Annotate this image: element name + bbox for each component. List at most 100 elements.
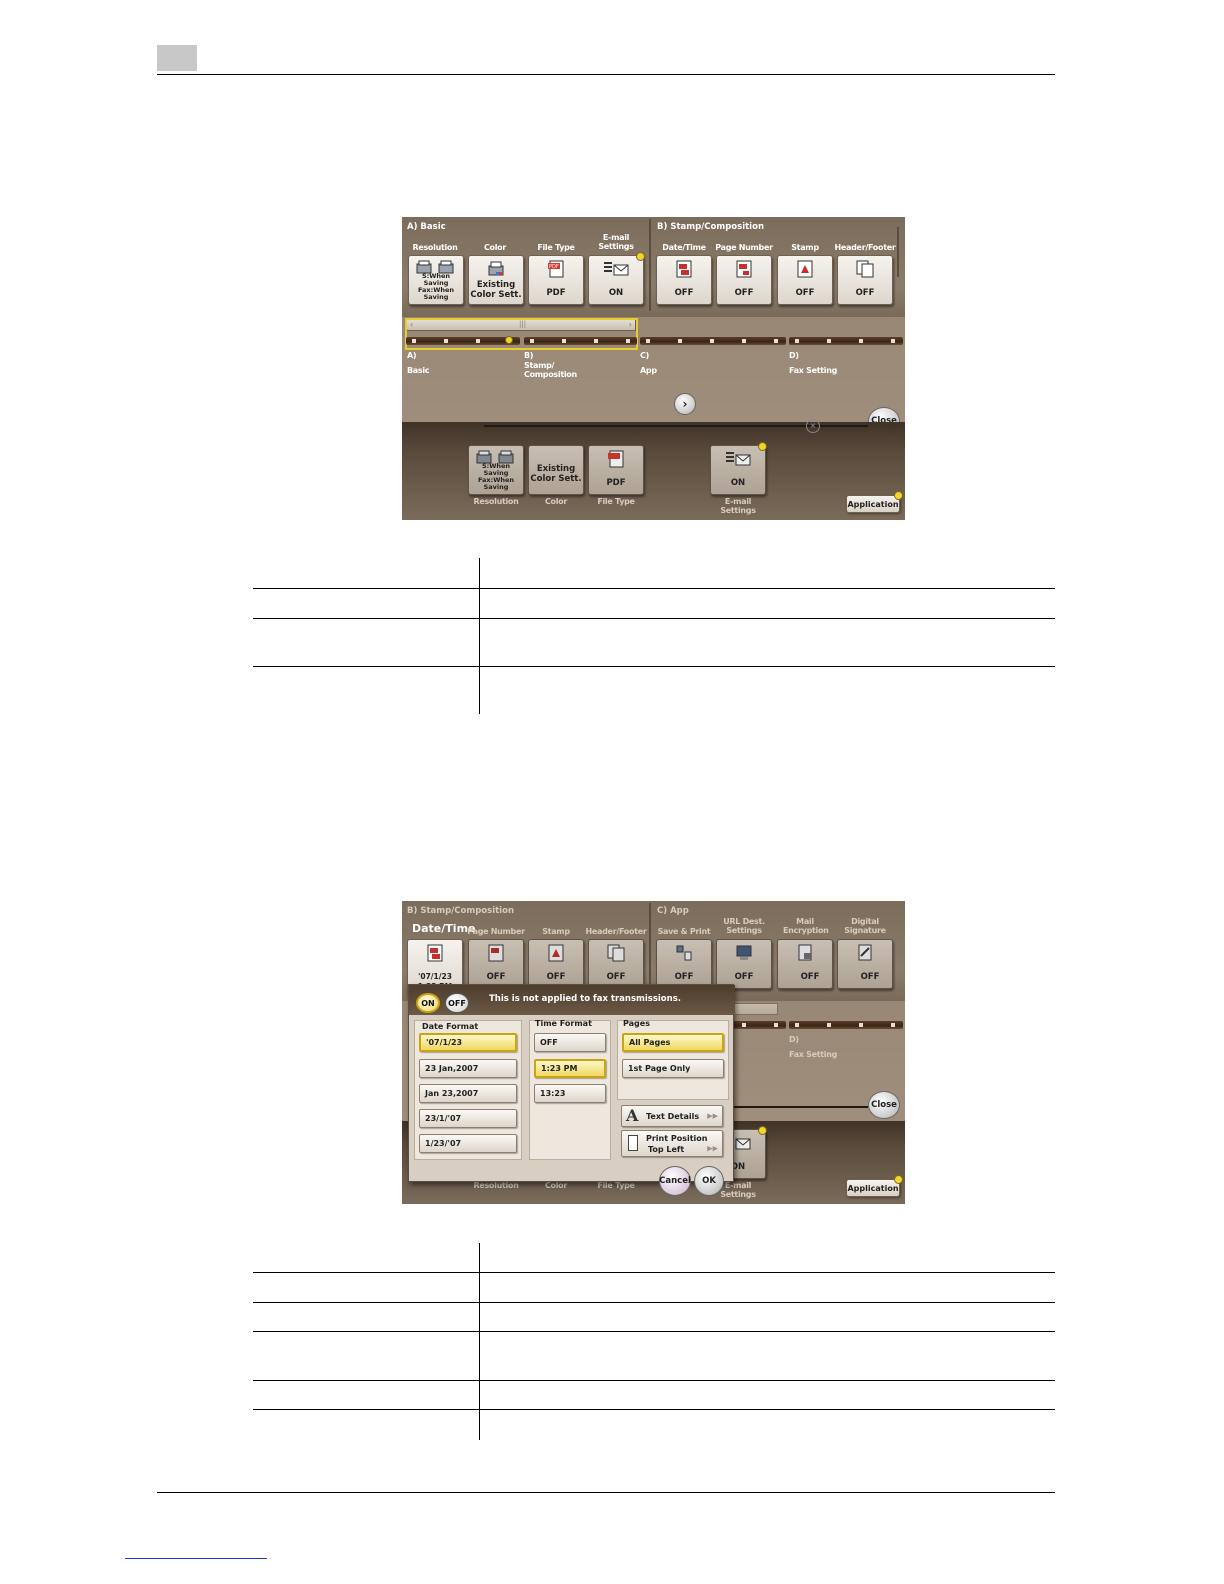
print-position-label: Print Position [646,1133,708,1143]
application-button[interactable]: Application [846,1179,900,1197]
page-number-value: OFF [734,288,754,298]
digital-signature-button[interactable]: OFF [837,939,893,989]
date-time-icon [676,260,692,278]
application-button[interactable]: Application [846,495,900,513]
resolution-value: S:When Saving Fax:When Saving [417,272,455,301]
timeline-fax[interactable] [789,337,903,345]
date-format-option[interactable]: '07/1/23 [419,1033,517,1052]
screenshot-function-list: A) Basic B) Stamp/Composition Resolution… [402,217,905,520]
screenshot-date-time-dialog: B) Stamp/Composition C) App Date/Time Pa… [402,901,905,1204]
stamp-icon [548,944,564,962]
date-format-panel: Date Format '07/1/23 23 Jan,2007 Jan 23,… [414,1020,522,1160]
stamp-button[interactable]: OFF [528,939,584,989]
page-number-button[interactable]: OFF [468,939,524,989]
timeline-name: App [640,366,657,375]
header-footer-icon [607,944,625,962]
url-dest-button[interactable]: OFF [716,939,772,989]
lower-color-button[interactable]: Existing Color Sett. [528,445,584,495]
date-format-option[interactable]: 1/23/'07 [419,1134,517,1153]
color-value: Existing Color Sett. [470,280,522,300]
color-button[interactable]: Existing Color Sett. [468,255,524,305]
header-footer-button[interactable]: OFF [837,255,893,305]
function-value: OFF [860,972,880,982]
timeline-fax[interactable] [789,1021,903,1029]
stamp-icon [797,260,813,278]
visible-range-frame [405,318,638,350]
double-chevron-right-icon: ▶▶ [707,1144,718,1152]
file-type-button[interactable]: PDF PDF [528,255,584,305]
lower-label: E-mail Settings [720,1181,756,1199]
lower-email-value: ON [730,478,746,488]
lower-file-type-value: PDF [606,478,626,488]
lower-label: E-mail Settings [720,497,756,515]
timeline-name: Stamp/ Composition [524,361,577,379]
monitor-icon [736,945,752,960]
setting-changed-indicator [636,252,645,261]
timeline-app[interactable] [640,337,786,345]
page-number-button[interactable]: OFF [716,255,772,305]
lower-label: Color [544,1181,568,1190]
timeline-letter: A) [407,351,417,360]
timeline-name: Basic [407,366,430,375]
function-label: Stamp [791,243,819,252]
next-arrow-icon[interactable]: › [674,393,696,415]
print-position-button[interactable]: Print Position Top Left ▶▶ [621,1130,723,1157]
pages-option[interactable]: All Pages [622,1033,724,1052]
pages-title: Pages [623,1019,650,1028]
text-details-button[interactable]: A Text Details ▶▶ [621,1105,723,1127]
time-format-option[interactable]: 1:23 PM [534,1059,606,1078]
timeline-letter: D) [789,351,799,360]
ok-button[interactable]: OK [694,1166,724,1196]
stamp-button[interactable]: OFF [777,255,833,305]
cancel-button[interactable]: Cancel [659,1166,691,1196]
timeline-basic[interactable] [406,336,520,345]
date-time-dialog: ON OFF This is not applied to fax transm… [408,984,735,1182]
double-chevron-right-icon: ▶▶ [707,1112,718,1120]
time-format-option[interactable]: 13:23 [534,1084,606,1103]
pdf-icon: PDF [548,260,564,278]
lock-icon [798,944,812,961]
function-label: Header/Footer [585,927,647,936]
header-footer-value: OFF [855,288,875,298]
function-label: E-mail Settings [598,233,634,251]
page-number-icon [488,944,504,962]
off-toggle[interactable]: OFF [445,993,469,1013]
date-format-option[interactable]: 23 Jan,2007 [419,1059,517,1078]
date-time-button[interactable]: OFF [656,255,712,305]
email-icon [604,262,629,276]
resolution-button[interactable]: S:When Saving Fax:When Saving [408,255,464,305]
function-value: OFF [486,972,506,982]
email-settings-value: ON [608,288,624,298]
header-footer-button[interactable]: OFF [588,939,644,989]
signature-icon [858,944,872,961]
function-label: Digital Signature [844,917,886,935]
footer-rule [157,1492,1055,1493]
color-icon [488,261,504,276]
lower-file-type-button[interactable]: PDF [588,445,644,495]
on-toggle[interactable]: ON [416,993,440,1013]
save-print-button[interactable]: OFF [656,939,712,989]
time-format-option[interactable]: OFF [534,1033,606,1052]
section-divider [649,219,651,311]
function-value: OFF [800,972,820,982]
function-label: Page Number [467,927,525,936]
stamp-value: OFF [795,288,815,298]
timeline-letter: D) [789,1035,799,1044]
close-button[interactable]: Close [868,1091,900,1119]
function-label: Stamp [542,927,570,936]
email-settings-button[interactable]: ON [588,255,644,305]
date-format-option[interactable]: 23/1/'07 [419,1109,517,1128]
function-label: Color [483,243,507,252]
pages-option[interactable]: 1st Page Only [622,1059,724,1078]
mail-encryption-button[interactable]: OFF [777,939,833,989]
date-time-icon [427,944,443,962]
lower-label: File Type [597,497,635,506]
page-icon [628,1135,638,1151]
date-format-option[interactable]: Jan 23,2007 [419,1084,517,1103]
timeline-name: Fax Setting [789,1050,838,1059]
lower-email-button[interactable]: ON [710,445,766,495]
timeline-stamp[interactable] [524,337,637,345]
header-rule [157,74,1055,75]
email-icon [726,452,751,466]
lower-resolution-button[interactable]: S:When Saving Fax:When Saving [468,445,524,495]
